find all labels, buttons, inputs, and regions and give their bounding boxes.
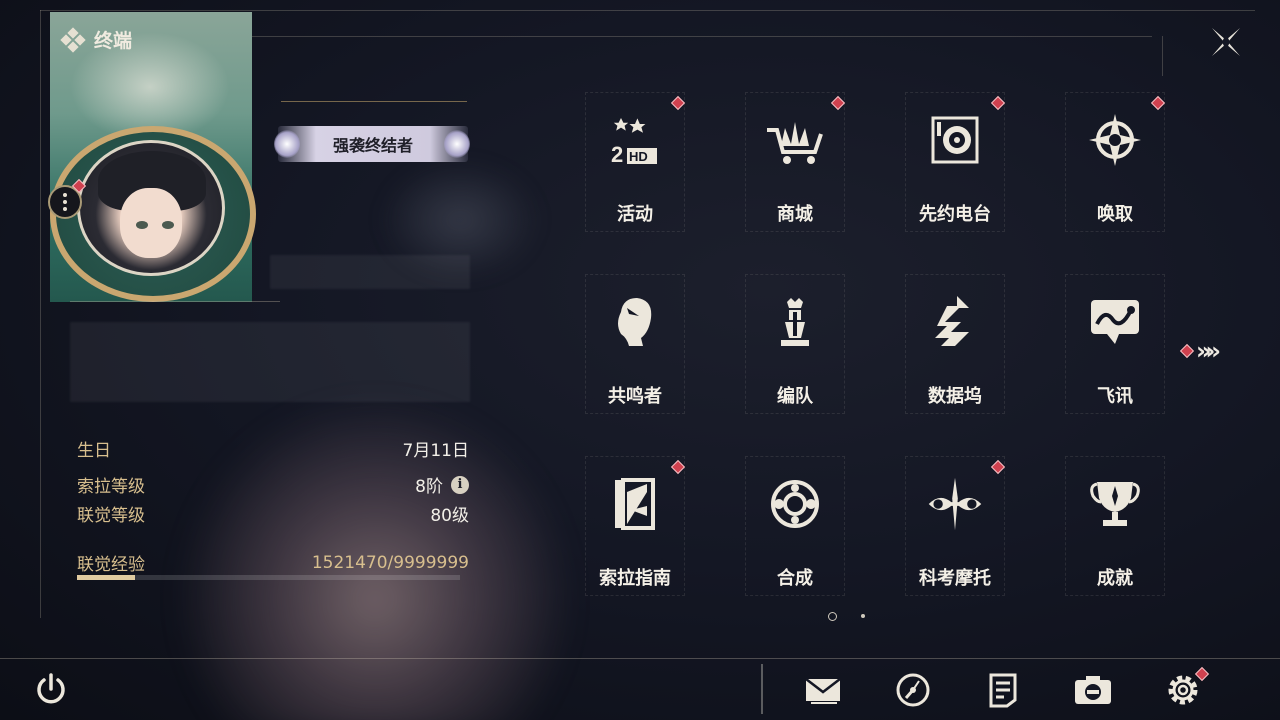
- menu-item-frame: [905, 92, 1005, 232]
- menu-item[interactable]: 编队: [745, 274, 845, 414]
- badge-ornament-icon: [274, 130, 300, 158]
- sonata-level-value: 8阶: [415, 477, 443, 497]
- menu-item-frame: [585, 92, 685, 232]
- page-indicator-active[interactable]: [828, 612, 837, 621]
- menu-item[interactable]: 飞讯: [1065, 274, 1165, 414]
- divider-line: [70, 301, 280, 302]
- power-icon: [37, 673, 65, 704]
- frame-line-top: [40, 10, 1255, 11]
- menu-item[interactable]: 数据坞: [905, 274, 1005, 414]
- exit-button[interactable]: [32, 670, 70, 708]
- menu-item[interactable]: 唤取: [1065, 92, 1166, 232]
- menu-item[interactable]: 商城: [745, 92, 846, 232]
- notification-badge: [1179, 343, 1195, 359]
- stat-value: 7月11日: [402, 441, 469, 461]
- blurred-name-area: [270, 255, 470, 289]
- menu-item[interactable]: 科考摩托: [905, 456, 1006, 596]
- frame-line-right: [1162, 36, 1163, 76]
- stat-value: 8阶 i: [415, 472, 469, 497]
- photo-button[interactable]: [1073, 670, 1113, 710]
- menu-item[interactable]: 先约电台: [905, 92, 1006, 232]
- more-options-button[interactable]: [48, 178, 87, 219]
- stat-label: 联觉经验: [77, 555, 145, 575]
- menu-item-frame: [585, 456, 685, 596]
- menu-item[interactable]: 2 HD 活动: [585, 92, 686, 232]
- progress-fill: [77, 575, 136, 580]
- frame-line-header: [252, 36, 1152, 37]
- menu-item-frame: [745, 92, 845, 232]
- menu-item-frame: [1065, 456, 1165, 596]
- title-badge[interactable]: 强袭终结者: [274, 126, 470, 162]
- frame-line-left: [40, 10, 41, 618]
- close-x-icon: [1212, 28, 1240, 56]
- time-button[interactable]: [893, 670, 933, 710]
- menu-item-frame: [905, 274, 1005, 414]
- badge-ornament-icon: [444, 130, 470, 158]
- double-chevron-right-icon: »»: [1196, 337, 1221, 365]
- stat-sonata-level: 索拉等级 8阶 i: [77, 472, 469, 497]
- stat-label: 索拉等级: [77, 477, 145, 497]
- menu-item-frame: [1065, 92, 1165, 232]
- menu-item-frame: [1065, 274, 1165, 414]
- mail-icon: [805, 678, 841, 704]
- blurred-signature-area: [70, 322, 470, 402]
- stat-union-level: 联觉等级 80级: [77, 501, 469, 526]
- page-indicator[interactable]: [861, 614, 865, 618]
- settings-button[interactable]: [1163, 666, 1210, 710]
- next-page-button[interactable]: »»: [1179, 337, 1222, 365]
- title-badge-label: 强袭终结者: [332, 136, 413, 155]
- menu-item-frame: [585, 274, 685, 414]
- stat-value: 1521470/9999999: [311, 552, 469, 573]
- close-button[interactable]: [1206, 22, 1246, 62]
- bottom-divider: [761, 664, 763, 714]
- stat-label: 联觉等级: [77, 506, 145, 526]
- menu-item[interactable]: 索拉指南: [585, 456, 686, 596]
- stat-label: 生日: [77, 441, 111, 461]
- union-exp-progress-bar: [77, 575, 460, 580]
- camera-icon: [1075, 676, 1111, 704]
- menu-item[interactable]: 合成: [745, 456, 845, 596]
- stat-value: 80级: [430, 506, 469, 526]
- stat-birthday: 生日 7月11日: [77, 436, 469, 461]
- notice-icon: [989, 673, 1017, 708]
- terminal-header: 终端: [60, 26, 133, 53]
- time-clock-icon: [896, 673, 930, 707]
- menu-item-frame: [905, 456, 1005, 596]
- mail-button[interactable]: [803, 670, 843, 710]
- stat-union-exp: 联觉经验 1521470/9999999: [77, 550, 469, 576]
- notice-button[interactable]: [983, 670, 1023, 710]
- menu-item[interactable]: 共鸣者: [585, 274, 685, 414]
- avatar[interactable]: [77, 140, 225, 276]
- terminal-title: 终端: [94, 30, 133, 52]
- divider-line: [281, 101, 467, 102]
- menu-item[interactable]: 成就: [1065, 456, 1165, 596]
- menu-item-frame: [745, 456, 845, 596]
- terminal-menu-grid: 2 HD 活动 商城 先约电台 唤取共鸣者 编队 数据坞 飞讯索拉指南 合成 科考摩托 成就: [585, 92, 1167, 602]
- terminal-diamond-icon: [60, 26, 86, 53]
- menu-item-frame: [745, 274, 845, 414]
- info-icon[interactable]: i: [451, 475, 469, 494]
